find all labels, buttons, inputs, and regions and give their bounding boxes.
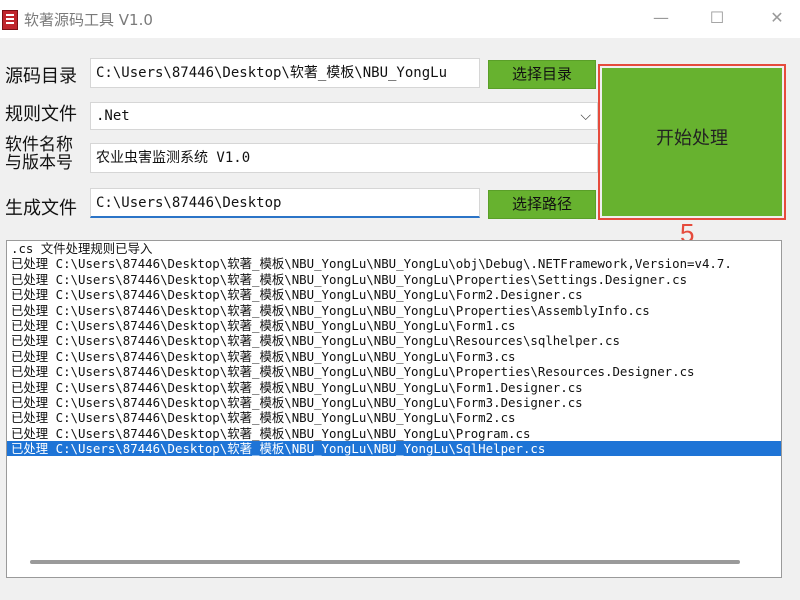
log-item[interactable]: 已处理 C:\Users\87446\Desktop\软著_模板\NBU_Yon… [7,349,781,364]
source-dir-input[interactable]: C:\Users\87446\Desktop\软著_模板\NBU_YongLu [90,58,480,88]
output-path-input[interactable]: C:\Users\87446\Desktop [90,188,480,218]
log-item[interactable]: 已处理 C:\Users\87446\Desktop\软著_模板\NBU_Yon… [7,333,781,348]
software-name-label: 软件名称 与版本号 [5,136,73,172]
app-book-icon [2,10,18,30]
log-lines: .cs 文件处理规则已导入 已处理 C:\Users\87446\Desktop\… [7,241,781,457]
log-item[interactable]: 已处理 C:\Users\87446\Desktop\软著_模板\NBU_Yon… [7,441,781,457]
chevron-down-icon[interactable]: ⌵ [580,103,591,129]
software-label-line2: 与版本号 [5,153,73,173]
log-item[interactable]: 已处理 C:\Users\87446\Desktop\软著_模板\NBU_Yon… [7,287,781,302]
log-item[interactable]: 已处理 C:\Users\87446\Desktop\软著_模板\NBU_Yon… [7,256,781,271]
rule-file-select[interactable]: .Net ⌵ [90,102,598,130]
log-item[interactable]: 已处理 C:\Users\87446\Desktop\软著_模板\NBU_Yon… [7,410,781,425]
window-title: 软著源码工具 V1.0 [24,11,153,29]
rule-file-label: 规则文件 [5,104,77,125]
choose-dir-button[interactable]: 选择目录 [488,60,596,89]
log-list[interactable]: .cs 文件处理规则已导入 已处理 C:\Users\87446\Desktop\… [6,240,782,578]
log-item[interactable]: 已处理 C:\Users\87446\Desktop\软著_模板\NBU_Yon… [7,364,781,379]
start-process-button[interactable]: 开始处理 [602,68,782,216]
rule-file-value: .Net [96,108,130,124]
log-item[interactable]: 已处理 C:\Users\87446\Desktop\软著_模板\NBU_Yon… [7,318,781,333]
log-item[interactable]: 已处理 C:\Users\87446\Desktop\软著_模板\NBU_Yon… [7,395,781,410]
software-label-line1: 软件名称 [5,135,73,155]
log-item[interactable]: 已处理 C:\Users\87446\Desktop\软著_模板\NBU_Yon… [7,380,781,395]
close-button[interactable]: ✕ [766,8,788,28]
log-item[interactable]: 已处理 C:\Users\87446\Desktop\软著_模板\NBU_Yon… [7,303,781,318]
log-item[interactable]: 已处理 C:\Users\87446\Desktop\软著_模板\NBU_Yon… [7,272,781,287]
output-file-label: 生成文件 [5,198,77,219]
source-dir-label: 源码目录 [5,66,77,87]
horizontal-scrollbar[interactable] [30,560,740,564]
software-name-input[interactable]: 农业虫害监测系统 V1.0 [90,143,598,173]
title-bar: 软著源码工具 V1.0 — ☐ ✕ [0,0,800,38]
maximize-button[interactable]: ☐ [706,8,728,28]
log-item[interactable]: .cs 文件处理规则已导入 [7,241,781,256]
minimize-button[interactable]: — [650,8,672,28]
log-item[interactable]: 已处理 C:\Users\87446\Desktop\软著_模板\NBU_Yon… [7,426,781,441]
choose-path-button[interactable]: 选择路径 [488,190,596,219]
